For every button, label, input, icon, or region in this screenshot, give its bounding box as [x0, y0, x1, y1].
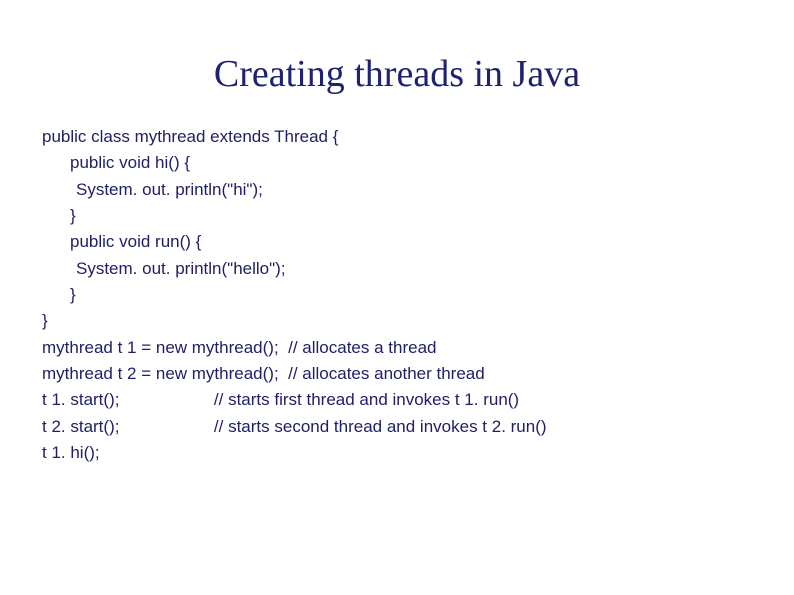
code-line: }	[42, 282, 752, 308]
code-line: }	[42, 203, 752, 229]
code-line: public class mythread extends Thread {	[42, 124, 752, 150]
code-line: public void run() {	[42, 229, 752, 255]
code-line: t 2. start(); // starts second thread an…	[42, 414, 752, 440]
code-line: }	[42, 308, 752, 334]
slide-title: Creating threads in Java	[0, 0, 794, 124]
code-line: t 1. hi();	[42, 440, 752, 466]
code-block: public class mythread extends Thread { p…	[0, 124, 794, 466]
code-line: t 1. start(); // starts first thread and…	[42, 387, 752, 413]
code-line: mythread t 2 = new mythread(); // alloca…	[42, 361, 752, 387]
code-line: public void hi() {	[42, 150, 752, 176]
code-line: System. out. println("hello");	[42, 256, 752, 282]
code-line: mythread t 1 = new mythread(); // alloca…	[42, 335, 752, 361]
code-line: System. out. println("hi");	[42, 177, 752, 203]
